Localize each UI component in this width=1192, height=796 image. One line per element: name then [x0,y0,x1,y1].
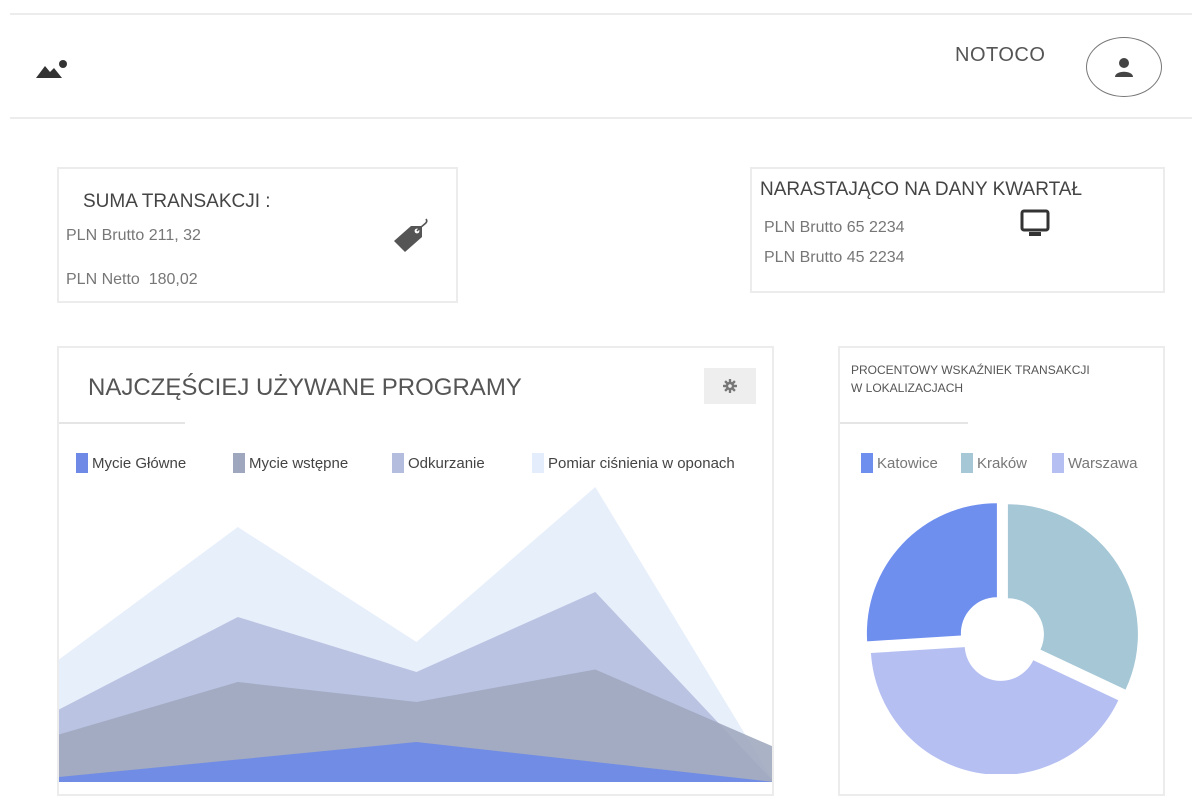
quarter-gross-line-1: PLN Brutto 65 2234 [764,219,905,236]
legend-label: Odkurzanie [408,454,485,472]
user-icon [1115,58,1133,77]
tag-icon [389,217,431,259]
programs-area-chart [59,487,772,782]
legend-item-katowice[interactable]: Katowice [861,453,938,473]
user-avatar-button[interactable] [1086,37,1162,97]
legend-swatch [1052,453,1064,473]
legend-swatch [76,453,88,473]
legend-item-odkurzanie[interactable]: Odkurzanie [392,453,485,473]
locations-percent-card: PROCENTOWY WSKAŹNIEK TRANSAKCJI W LOKALI… [838,346,1165,796]
locations-percent-title: PROCENTOWY WSKAŹNIEK TRANSAKCJI W LOKALI… [851,361,1161,397]
title-underline [840,422,968,424]
legend-label: Kraków [977,454,1028,472]
transaction-sum-card: SUMA TRANSAKCJI : PLN Brutto 211, 32 PLN… [57,167,458,303]
legend-swatch [233,453,245,473]
locations-title-line-1: PROCENTOWY WSKAŹNIEK TRANSAKCJI [851,363,1090,377]
legend-item-krakow[interactable]: Kraków [961,453,1027,473]
legend-label: Mycie wstępne [249,454,349,472]
mountain-image-icon [36,56,70,82]
pie-slice-kraków [1007,504,1138,690]
monitor-icon [1019,209,1053,239]
chart-settings-button[interactable] [704,368,756,404]
legend-label: Pomiar ciśnienia w oponach [548,454,735,472]
brand-name: NOTOCO [955,44,1046,66]
gear-icon [723,379,737,393]
locations-donut-chart [866,503,1138,774]
legend-label: Warszawa [1068,454,1138,472]
top-programs-title: NAJCZĘŚCIEJ UŻYWANE PROGRAMY [88,374,522,401]
quarter-cumulative-title: NARASTAJĄCO NA DANY KWARTAŁ [760,179,1083,200]
locations-title-line-2: W LOKALIZACJACH [851,381,964,395]
title-underline [59,422,185,424]
quarter-gross-line-2: PLN Brutto 45 2234 [764,249,905,266]
legend-item-warszawa[interactable]: Warszawa [1052,453,1137,473]
legend-label: Mycie Główne [92,454,187,472]
legend-item-pomiar-cisnienia[interactable]: Pomiar ciśnienia w oponach [532,453,735,473]
legend-swatch [532,453,544,473]
net-amount: PLN Netto 180,02 [66,271,198,288]
top-divider [10,13,1192,15]
legend-label: Katowice [877,454,938,472]
transaction-sum-title: SUMA TRANSAKCJI : [83,191,271,212]
pie-slice-katowice [866,503,997,642]
gross-amount: PLN Brutto 211, 32 [66,227,201,244]
header-divider [10,117,1192,119]
quarter-cumulative-card: NARASTAJĄCO NA DANY KWARTAŁ PLN Brutto 6… [750,167,1165,293]
legend-swatch [861,453,873,473]
top-programs-card: NAJCZĘŚCIEJ UŻYWANE PROGRAMY Mycie Główn… [57,346,774,796]
legend-swatch [961,453,973,473]
legend-item-mycie-wstepne[interactable]: Mycie wstępne [233,453,348,473]
legend-swatch [392,453,404,473]
legend-item-mycie-glowne[interactable]: Mycie Główne [76,453,186,473]
